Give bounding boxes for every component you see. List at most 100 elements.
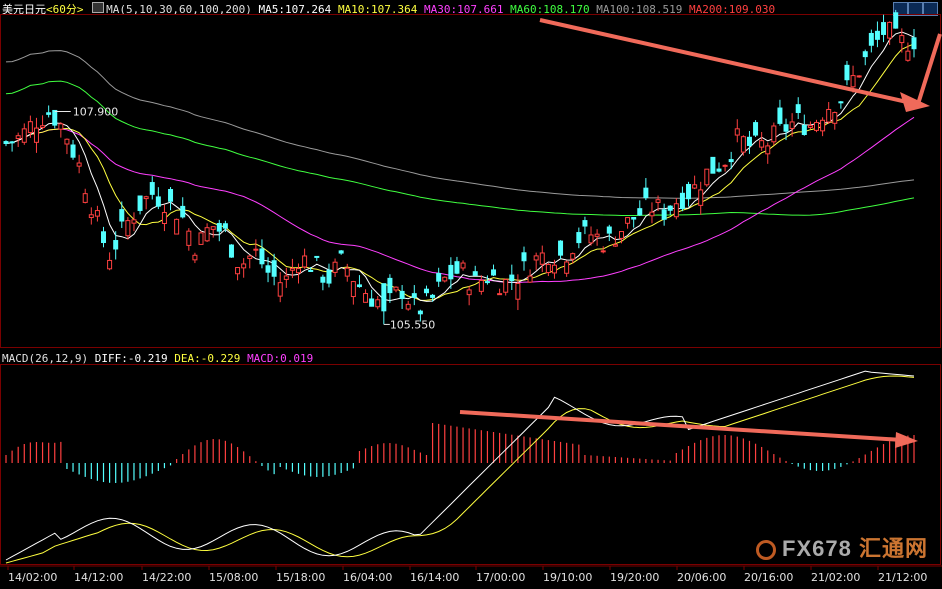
candle-body — [673, 203, 679, 218]
candle-body — [606, 226, 612, 234]
candle-body — [911, 37, 917, 50]
candle-body — [600, 250, 606, 253]
candle-body — [448, 264, 454, 280]
candle-body — [52, 109, 58, 126]
x-tick-label: 19/20:00 — [610, 571, 659, 584]
candle-body — [289, 267, 295, 271]
x-tick-label: 14/12:00 — [74, 571, 123, 584]
candle-body — [820, 119, 826, 132]
x-tick-label: 14/22:00 — [142, 571, 191, 584]
price-chart[interactable]: 107.900 105.550 14/02:00 14/12:00 14/22:00 15… — [0, 0, 942, 589]
candle-body — [180, 205, 186, 218]
candle-body — [436, 272, 442, 282]
candle-body — [119, 209, 125, 222]
candle-body — [423, 288, 429, 294]
candle-body — [320, 276, 326, 283]
candle-body — [228, 244, 234, 258]
logo-brand: FX678 — [782, 536, 852, 561]
candle-body — [783, 124, 789, 132]
x-tick-label: 21/02:00 — [811, 571, 860, 584]
candle-body — [868, 32, 874, 46]
candle-body — [509, 274, 515, 281]
candle-body — [161, 212, 167, 224]
candle-body — [637, 208, 643, 216]
candle-body — [405, 303, 411, 310]
x-tick-label: 14/02:00 — [8, 571, 57, 584]
trend-arrow-up — [916, 33, 942, 105]
candle-body — [210, 226, 216, 230]
candle-body — [655, 199, 661, 203]
candle-body — [76, 162, 82, 167]
candle-body — [168, 189, 174, 202]
candle-body — [222, 223, 228, 229]
candle-body — [259, 248, 265, 265]
candle-body — [588, 234, 594, 244]
candle-body — [850, 75, 856, 88]
candle-body — [326, 269, 332, 284]
candle-body — [46, 112, 52, 115]
candle-body — [466, 289, 472, 296]
high-label: 107.900 — [73, 106, 119, 119]
candle-body — [478, 279, 484, 292]
candle-body — [533, 255, 539, 261]
candle-body — [643, 187, 649, 199]
candle-body — [393, 286, 399, 291]
low-label: 105.550 — [390, 318, 436, 331]
candle-body — [131, 219, 137, 224]
candle-body — [265, 265, 271, 273]
candle-body — [777, 107, 783, 124]
candle-body — [58, 123, 64, 130]
candle-body — [740, 136, 746, 153]
candle-body — [564, 261, 570, 274]
candle-body — [881, 22, 887, 35]
candle-body — [198, 232, 204, 245]
candle-body — [454, 261, 460, 274]
trend-arrowhead — [900, 92, 930, 112]
candle-body — [247, 255, 253, 260]
candle-body — [216, 223, 222, 232]
candle-body — [558, 240, 564, 256]
candle-body — [33, 127, 39, 143]
candle-body — [235, 267, 241, 275]
ma10-line — [5, 43, 915, 301]
candle-body — [277, 282, 283, 297]
candle-body — [679, 192, 685, 209]
candle-body — [460, 262, 466, 269]
candle-body — [746, 136, 752, 147]
candle-body — [844, 64, 850, 81]
logo-icon — [756, 540, 777, 561]
candle-body — [771, 125, 777, 143]
logo-cn: 汇通网 — [858, 536, 928, 561]
candle-body — [905, 50, 911, 61]
candle-body — [356, 284, 362, 288]
candle-body — [472, 271, 478, 276]
candle-body — [832, 112, 838, 124]
candle-body — [649, 211, 655, 217]
candle-body — [15, 135, 21, 140]
candle-body — [612, 244, 618, 247]
candle-body — [734, 128, 740, 136]
candle-body — [241, 263, 247, 269]
candle-body — [795, 104, 801, 114]
candle-body — [3, 141, 9, 144]
candle-body — [570, 253, 576, 260]
candle-body — [527, 275, 533, 283]
x-tick-label: 15/08:00 — [209, 571, 258, 584]
candle-body — [149, 182, 155, 195]
candle-body — [369, 298, 375, 307]
candle-body — [728, 159, 734, 163]
candle-body — [442, 276, 448, 282]
candle-body — [826, 108, 832, 123]
candle-body — [753, 122, 759, 136]
candle-body — [887, 21, 893, 39]
candle-body — [375, 299, 381, 308]
candle-body — [107, 259, 113, 270]
candle-body — [874, 30, 880, 40]
candle-body — [686, 183, 692, 200]
candle-body — [667, 205, 673, 211]
candle-body — [387, 277, 393, 294]
candle-body — [759, 140, 765, 148]
candle-body — [21, 128, 27, 143]
candle-body — [551, 264, 557, 274]
candle-body — [838, 101, 844, 104]
